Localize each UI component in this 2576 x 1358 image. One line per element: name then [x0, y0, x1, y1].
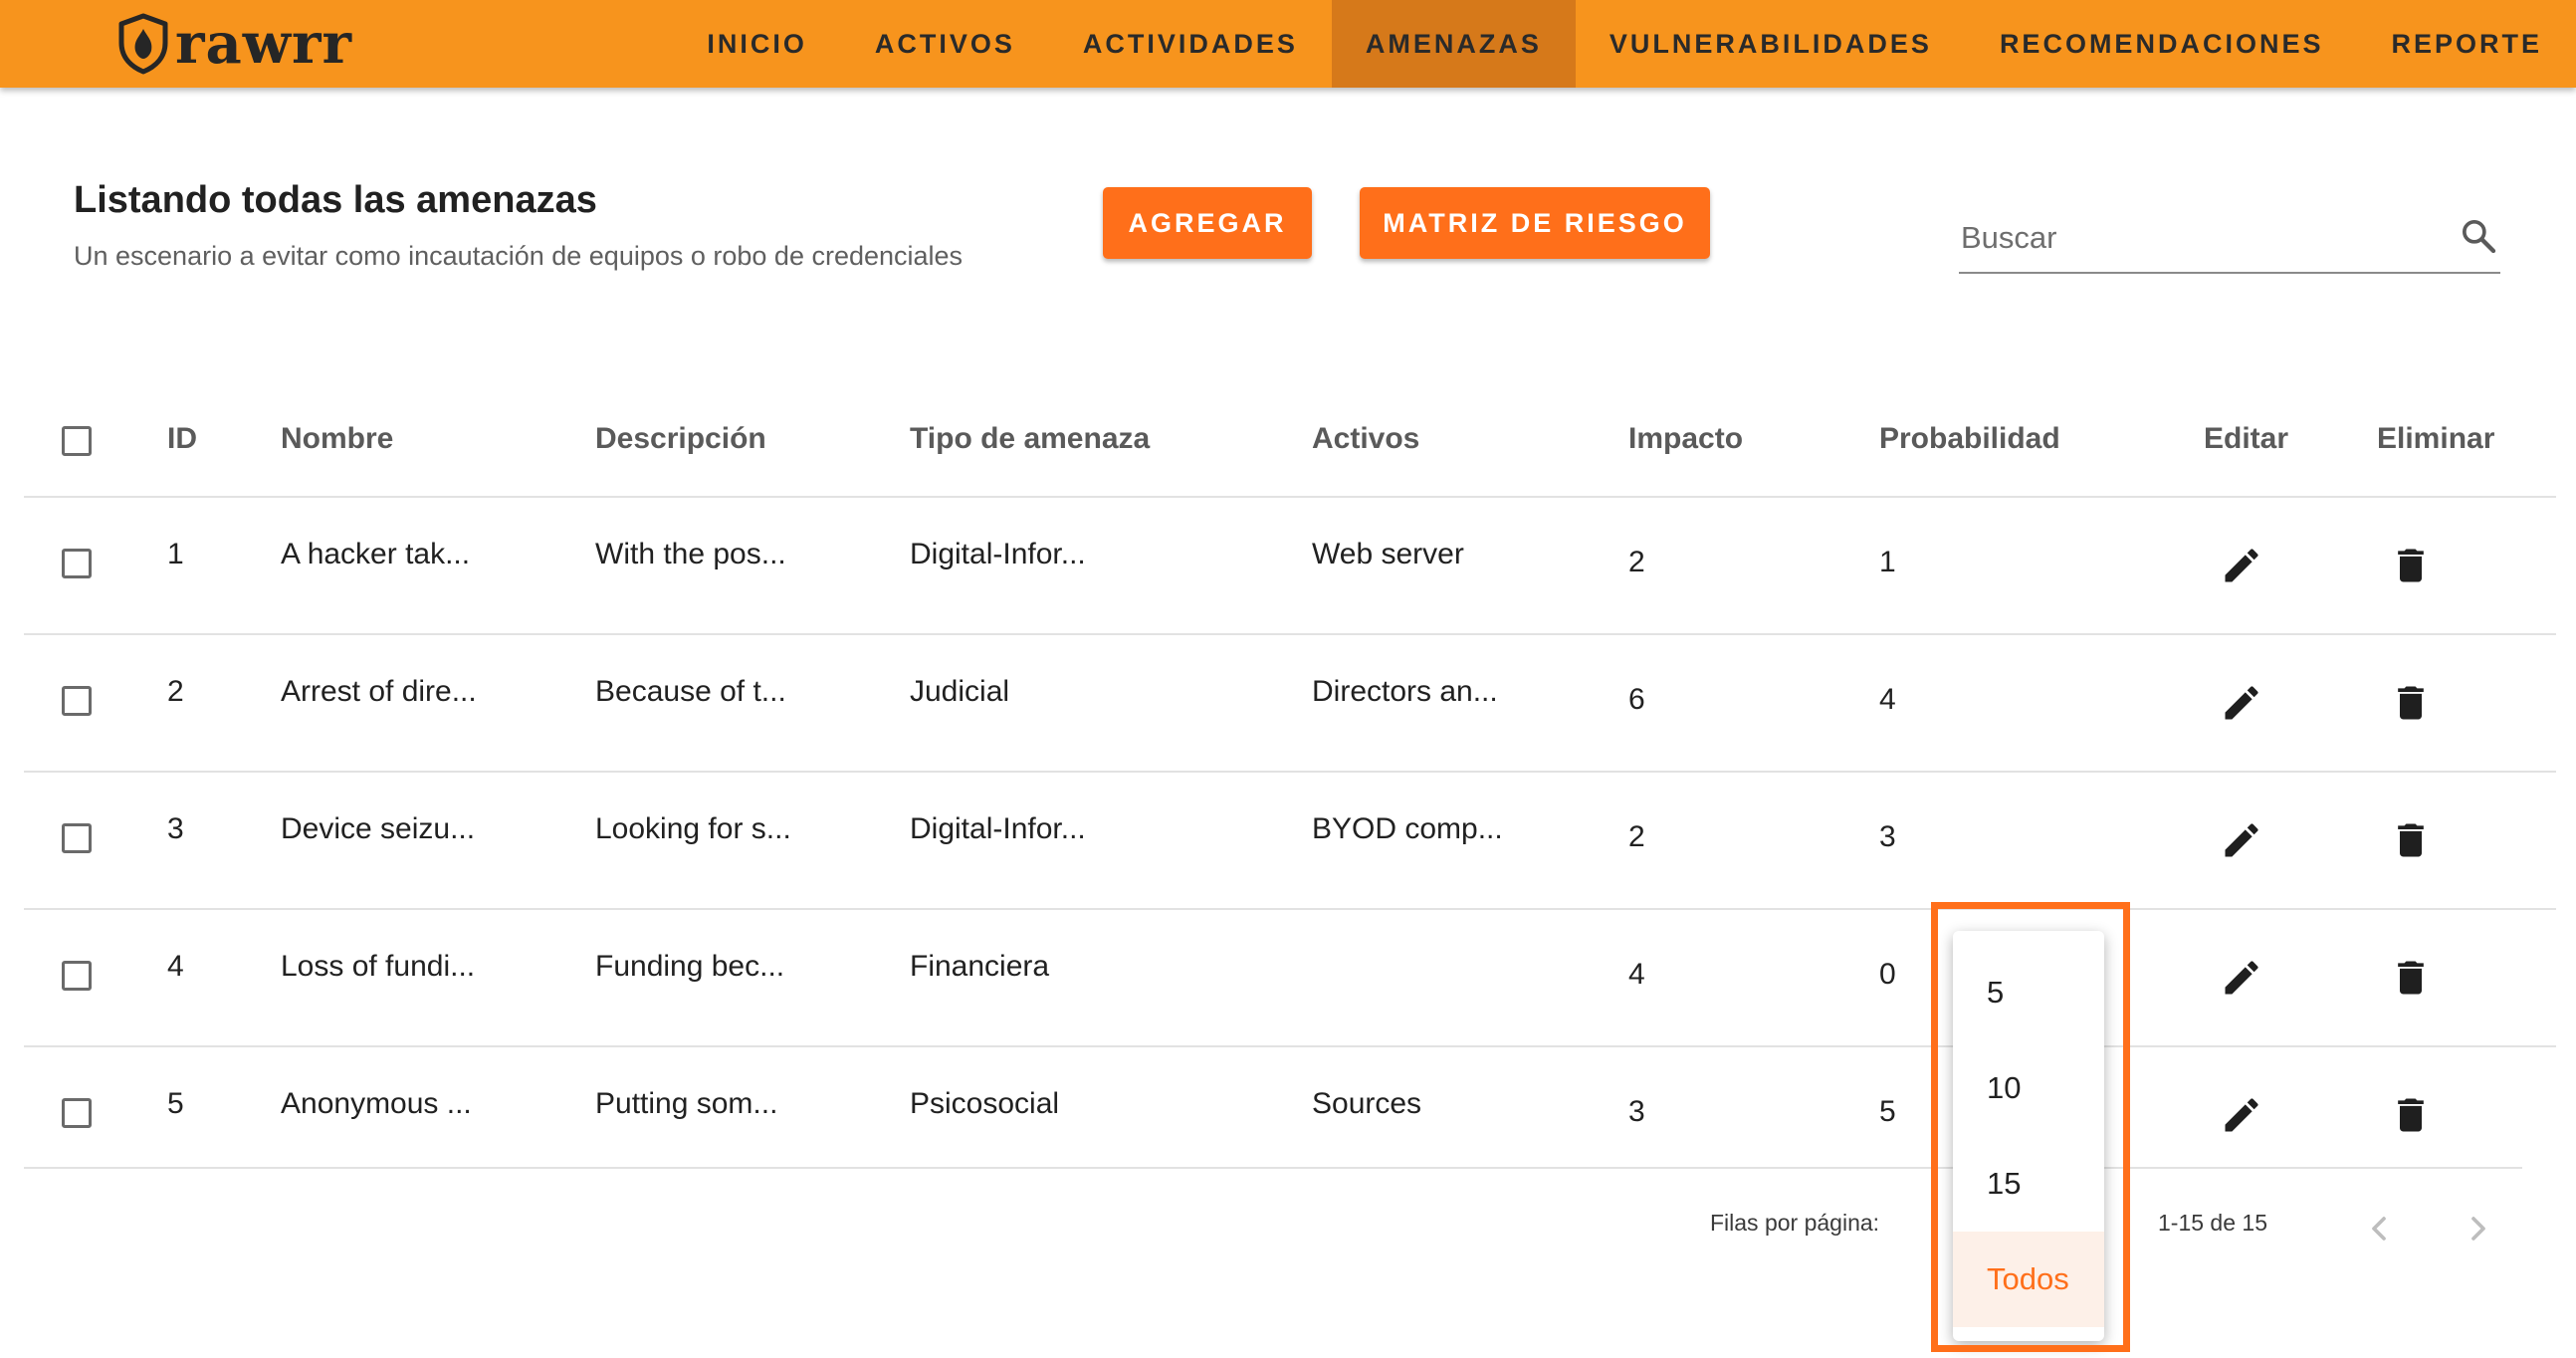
edit-icon[interactable]: [2220, 1093, 2263, 1137]
rows-option-10[interactable]: 10: [1953, 1040, 2104, 1136]
header-nombre[interactable]: Nombre: [281, 422, 393, 456]
add-button[interactable]: AGREGAR: [1103, 187, 1312, 259]
rows-option-5[interactable]: 5: [1953, 945, 2104, 1040]
header-id[interactable]: ID: [167, 422, 197, 456]
table-footer-divider: [24, 1167, 2522, 1169]
chevron-left-icon[interactable]: [2359, 1209, 2399, 1248]
cell-descripcion: Funding bec...: [595, 950, 785, 983]
cell-tipo: Digital-Infor...: [910, 812, 1086, 845]
header-editar: Editar: [2204, 422, 2289, 455]
rows-per-page-label: Filas por página:: [1710, 1210, 1880, 1236]
cell-impacto: 6: [1628, 683, 1645, 716]
cell-activos: BYOD comp...: [1312, 812, 1503, 845]
delete-icon[interactable]: [2389, 544, 2433, 587]
header-tipo-amenaza[interactable]: Tipo de amenaza: [910, 422, 1150, 456]
cell-id: 3: [167, 812, 184, 845]
table-row[interactable]: 2 Arrest of dire... Because of t... Judi…: [24, 635, 2556, 773]
nav-actividades[interactable]: ACTIVIDADES: [1049, 0, 1332, 88]
header-descripcion[interactable]: Descripción: [595, 422, 766, 456]
cell-nombre: Anonymous ...: [281, 1087, 472, 1120]
chevron-right-icon[interactable]: [2459, 1209, 2498, 1248]
table-row[interactable]: 1 A hacker tak... With the pos... Digita…: [24, 498, 2556, 635]
table-row[interactable]: 3 Device seizu... Looking for s... Digit…: [24, 773, 2556, 910]
cell-descripcion: With the pos...: [595, 538, 786, 570]
cell-impacto: 2: [1628, 546, 1645, 578]
cell-impacto: 4: [1628, 958, 1645, 991]
cell-tipo: Financiera: [910, 950, 1050, 983]
logo-wordmark: rawrr: [175, 11, 353, 77]
pagination-range: 1-15 de 15: [2158, 1210, 2267, 1236]
cell-probabilidad: 5: [1879, 1095, 1896, 1128]
risk-matrix-button[interactable]: MATRIZ DE RIESGO: [1360, 187, 1710, 259]
row-checkbox[interactable]: [62, 549, 92, 578]
cell-id: 4: [167, 950, 184, 983]
top-app-bar: rawrr INICIO ACTIVOS ACTIVIDADES AMENAZA…: [0, 0, 2576, 88]
rows-option-todos[interactable]: Todos: [1953, 1232, 2104, 1327]
edit-icon[interactable]: [2220, 681, 2263, 725]
select-all-checkbox[interactable]: [62, 426, 92, 456]
cell-tipo: Judicial: [910, 675, 1010, 708]
cell-nombre: Device seizu...: [281, 812, 476, 845]
header-impacto[interactable]: Impacto: [1628, 422, 1743, 456]
table-row[interactable]: 4 Loss of fundi... Funding bec... Financ…: [24, 910, 2556, 1047]
nav-amenazas[interactable]: AMENAZAS: [1331, 0, 1576, 88]
nav-recomendaciones[interactable]: RECOMENDACIONES: [1966, 0, 2358, 88]
nav-vulnerabilidades[interactable]: VULNERABILIDADES: [1576, 0, 1966, 88]
cell-nombre: Arrest of dire...: [281, 675, 477, 708]
delete-icon[interactable]: [2389, 956, 2433, 1000]
cell-probabilidad: 3: [1879, 820, 1896, 853]
cell-impacto: 3: [1628, 1095, 1645, 1128]
page-title: Listando todas las amenazas: [74, 179, 597, 221]
page-subtitle: Un escenario a evitar como incautación d…: [74, 241, 964, 271]
row-checkbox[interactable]: [62, 823, 92, 853]
header-eliminar: Eliminar: [2377, 422, 2495, 455]
cell-descripcion: Looking for s...: [595, 812, 791, 845]
search-input[interactable]: [1959, 212, 2431, 264]
cell-probabilidad: 1: [1879, 546, 1896, 578]
nav-inicio[interactable]: INICIO: [673, 0, 841, 88]
header-activos[interactable]: Activos: [1312, 422, 1419, 456]
search-field: [1959, 204, 2500, 274]
row-checkbox[interactable]: [62, 686, 92, 716]
rows-option-15[interactable]: 15: [1953, 1136, 2104, 1232]
nav-reporte[interactable]: REPORTE: [2357, 0, 2576, 88]
delete-icon[interactable]: [2389, 1093, 2433, 1137]
edit-icon[interactable]: [2220, 818, 2263, 862]
table-row[interactable]: 5 Anonymous ... Putting som... Psicosoci…: [24, 1047, 2556, 1167]
row-checkbox[interactable]: [62, 1098, 92, 1128]
nav-activos[interactable]: ACTIVOS: [841, 0, 1049, 88]
cell-id: 5: [167, 1087, 184, 1120]
cell-activos: Directors an...: [1312, 675, 1498, 708]
edit-icon[interactable]: [2220, 956, 2263, 1000]
table-header-row: ID Nombre Descripción Tipo de amenaza Ac…: [24, 398, 2556, 498]
cell-tipo: Digital-Infor...: [910, 538, 1086, 570]
search-icon[interactable]: [2459, 216, 2498, 256]
rows-per-page-menu: 5 10 15 Todos: [1953, 931, 2104, 1341]
shield-logo-icon: [118, 13, 168, 75]
cell-activos: Sources: [1312, 1087, 1422, 1120]
cell-probabilidad: 0: [1879, 958, 1896, 991]
cell-descripcion: Because of t...: [595, 675, 786, 708]
cell-activos: Web server: [1312, 538, 1464, 570]
cell-nombre: Loss of fundi...: [281, 950, 476, 983]
delete-icon[interactable]: [2389, 681, 2433, 725]
cell-probabilidad: 4: [1879, 683, 1896, 716]
delete-icon[interactable]: [2389, 818, 2433, 862]
cell-descripcion: Putting som...: [595, 1087, 778, 1120]
main-nav: INICIO ACTIVOS ACTIVIDADES AMENAZAS VULN…: [673, 0, 2576, 88]
cell-nombre: A hacker tak...: [281, 538, 471, 570]
cell-tipo: Psicosocial: [910, 1087, 1060, 1120]
edit-icon[interactable]: [2220, 544, 2263, 587]
header-probabilidad[interactable]: Probabilidad: [1879, 422, 2060, 456]
cell-id: 2: [167, 675, 184, 708]
row-checkbox[interactable]: [62, 961, 92, 991]
cell-id: 1: [167, 538, 184, 570]
app-logo[interactable]: rawrr: [117, 10, 352, 78]
cell-impacto: 2: [1628, 820, 1645, 853]
